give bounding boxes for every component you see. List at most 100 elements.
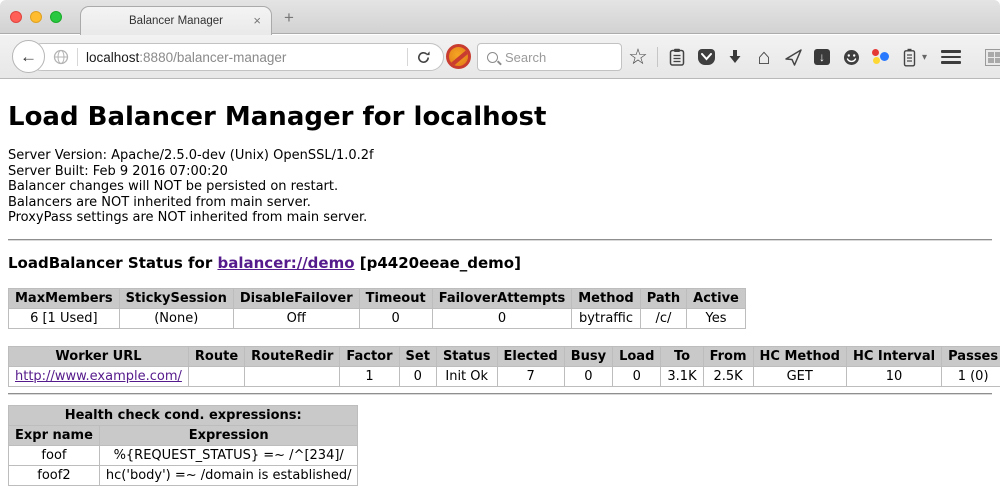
server-version-line: Server Version: Apache/2.5.0-dev (Unix) … [8, 148, 992, 164]
data-cell: 2.5K [703, 366, 753, 386]
titlebar: Balancer Manager × + [0, 0, 1000, 34]
clipboard-icon[interactable] [667, 44, 687, 70]
header-cell: Passes [942, 346, 1000, 366]
pocket-icon[interactable] [696, 44, 716, 70]
data-cell: (None) [119, 308, 233, 328]
table-header-row: Worker URL Route RouteRedir Factor Set S… [9, 346, 1000, 366]
section-divider [8, 393, 992, 395]
navigation-toolbar: ← localhost:8880/balancer-manager ☆ [0, 35, 1000, 79]
search-input[interactable] [505, 50, 605, 65]
expression-cell: %{REQUEST_STATUS} =~ /^[234]/ [99, 445, 358, 465]
toolbar-icons: ☆ ⌂ ↓ [628, 41, 1000, 73]
header-cell: Expr name [9, 425, 100, 445]
header-cell: Worker URL [9, 346, 189, 366]
page-title: Load Balancer Manager for localhost [8, 102, 992, 132]
urlbar-divider-2 [407, 48, 408, 66]
data-cell: 10 [846, 366, 941, 386]
send-tab-icon[interactable] [783, 44, 803, 70]
header-cell: FailoverAttempts [432, 288, 572, 308]
inherit-notice-line: Balancers are NOT inherited from main se… [8, 195, 992, 211]
balancer-status-heading: LoadBalancer Status for balancer://demo … [8, 254, 992, 272]
flashblock-icon[interactable] [446, 44, 471, 69]
expression-cell: hc('body') =~ /domain is established/ [99, 465, 358, 485]
search-icon [487, 52, 498, 63]
header-cell: Status [436, 346, 497, 366]
balancer-settings-table: MaxMembers StickySession DisableFailover… [8, 288, 746, 329]
new-tab-button[interactable]: + [284, 8, 294, 28]
header-cell: Load [613, 346, 661, 366]
toolbar-divider [657, 47, 658, 67]
header-cell: Path [640, 288, 686, 308]
header-cell: Active [687, 288, 746, 308]
data-cell: 0 [359, 308, 432, 328]
data-cell: 1 (0) [942, 366, 1000, 386]
page-thumbnail-icon[interactable] [984, 44, 1000, 70]
worker-url-link[interactable]: http://www.example.com/ [15, 369, 182, 384]
globe-icon [53, 49, 69, 65]
header-cell: Elected [497, 346, 564, 366]
reload-icon[interactable] [416, 50, 431, 65]
tab-balancer-manager[interactable]: Balancer Manager × [80, 6, 272, 35]
close-window-button[interactable] [10, 11, 22, 23]
emoji-addon-icon[interactable] [841, 44, 861, 70]
header-cell: Factor [340, 346, 399, 366]
health-check-table: Health check cond. expressions: Expr nam… [8, 405, 358, 486]
header-cell: Set [399, 346, 436, 366]
url-host: localhost [86, 50, 139, 65]
header-cell: From [703, 346, 753, 366]
browser-window: Balancer Manager × + ← localhost:8880/ba… [0, 0, 1000, 491]
section-divider [8, 239, 992, 241]
data-cell [188, 366, 244, 386]
table-row: 6 [1 Used] (None) Off 0 0 bytraffic /c/ … [9, 308, 746, 328]
table-title-row: Health check cond. expressions: [9, 405, 358, 425]
header-cell: Timeout [359, 288, 432, 308]
data-cell: /c/ [640, 308, 686, 328]
downloads-icon[interactable] [725, 44, 745, 70]
home-icon[interactable]: ⌂ [754, 44, 774, 70]
data-cell: bytraffic [572, 308, 640, 328]
header-cell: HC Method [753, 346, 846, 366]
addon-dropdown-caret-icon[interactable]: ▾ [922, 52, 927, 63]
window-controls [10, 11, 62, 23]
header-cell: HC Interval [846, 346, 941, 366]
header-cell: Busy [564, 346, 612, 366]
data-cell: 0 [564, 366, 612, 386]
url-bar[interactable]: localhost:8880/balancer-manager [28, 43, 444, 71]
data-cell: 1 [340, 366, 399, 386]
proxypass-notice-line: ProxyPass settings are NOT inherited fro… [8, 210, 992, 226]
tab-title: Balancer Manager [129, 15, 223, 27]
search-bar[interactable] [477, 43, 622, 71]
data-cell: Yes [687, 308, 746, 328]
worker-url-cell: http://www.example.com/ [9, 366, 189, 386]
data-cell: 7 [497, 366, 564, 386]
header-cell: To [661, 346, 703, 366]
url-text: localhost:8880/balancer-manager [86, 50, 399, 65]
colored-dots-addon-icon[interactable] [870, 44, 890, 70]
worker-status-table: Worker URL Route RouteRedir Factor Set S… [8, 346, 1000, 387]
header-cell: Expression [99, 425, 358, 445]
server-info: Server Version: Apache/2.5.0-dev (Unix) … [8, 148, 992, 226]
close-tab-icon[interactable]: × [253, 13, 261, 28]
battery-addon-icon[interactable] [899, 44, 919, 70]
menu-hamburger-icon[interactable] [941, 44, 961, 70]
data-cell: 0 [399, 366, 436, 386]
video-download-helper-icon[interactable]: ↓ [812, 44, 832, 70]
data-cell: 6 [1 Used] [9, 308, 120, 328]
fullscreen-window-button[interactable] [50, 11, 62, 23]
data-cell [245, 366, 340, 386]
minimize-window-button[interactable] [30, 11, 42, 23]
balancer-demo-link[interactable]: balancer://demo [217, 254, 354, 272]
table-header-row: Expr name Expression [9, 425, 358, 445]
back-button[interactable]: ← [12, 40, 45, 73]
server-built-line: Server Built: Feb 9 2016 07:00:20 [8, 164, 992, 180]
table-row: foof2 hc('body') =~ /domain is establish… [9, 465, 358, 485]
table-row: http://www.example.com/ 1 0 Init Ok 7 0 … [9, 366, 1000, 386]
status-heading-suffix: [p4420eeae_demo] [355, 254, 521, 272]
data-cell: Init Ok [436, 366, 497, 386]
bookmark-star-icon[interactable]: ☆ [628, 44, 648, 70]
page-content: Load Balancer Manager for localhost Serv… [0, 80, 1000, 491]
header-cell: Route [188, 346, 244, 366]
data-cell: GET [753, 366, 846, 386]
data-cell: 0 [432, 308, 572, 328]
expr-name-cell: foof2 [9, 465, 100, 485]
